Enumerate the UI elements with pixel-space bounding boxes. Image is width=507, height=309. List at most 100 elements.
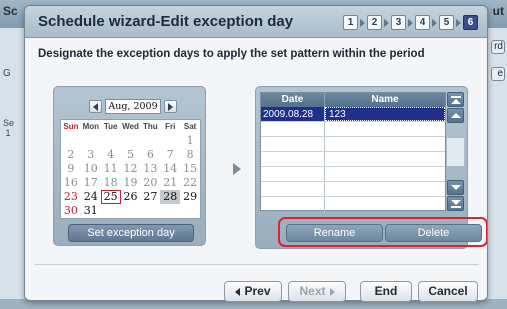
calendar-week-row: 2345678 (61, 148, 200, 162)
column-header-date: Date (261, 93, 325, 107)
calendar-empty-cell (160, 204, 180, 218)
calendar-day[interactable]: 25 (100, 190, 121, 204)
row-date: 2009.08.28 (261, 107, 325, 121)
step-arrow-icon (408, 18, 413, 27)
prev-month-button[interactable] (89, 100, 102, 113)
background-right-button-2: e (491, 67, 505, 81)
calendar-day[interactable]: 22 (180, 176, 200, 190)
calendar-day[interactable]: 9 (61, 162, 81, 176)
background-left-label: G (3, 68, 11, 79)
calendar-day[interactable]: 27 (140, 190, 160, 204)
wizard-steps: 1 2 3 4 5 6 (343, 15, 478, 30)
calendar-empty-cell (121, 134, 141, 148)
instruction-text: Designate the exception days to apply th… (38, 48, 425, 60)
calendar-empty-cell (180, 204, 200, 218)
calendar-day[interactable]: 21 (160, 176, 180, 190)
scroll-down-button[interactable] (447, 180, 464, 195)
calendar-day[interactable]: 15 (180, 162, 200, 176)
list-scrollbar[interactable] (447, 92, 464, 211)
calendar-day[interactable]: 26 (121, 190, 141, 204)
calendar-day[interactable]: 23 (61, 190, 81, 204)
step-arrow-icon (456, 18, 461, 27)
chevron-left-icon (93, 102, 98, 111)
scroll-top-button[interactable] (447, 92, 464, 107)
end-button[interactable]: End (360, 281, 412, 302)
calendar-week-row: 1 (61, 134, 200, 148)
schedule-wizard-dialog: Schedule wizard-Edit exception day 1 2 3… (24, 5, 488, 301)
scroll-bottom-button[interactable] (447, 196, 464, 211)
calendar-day[interactable]: 13 (140, 162, 160, 176)
step-6-active: 6 (463, 15, 478, 30)
next-button[interactable]: Next (288, 281, 346, 302)
weekday-sun: Sun (63, 122, 79, 131)
background-left-tab: Sc (3, 4, 18, 18)
calendar-day[interactable]: 10 (81, 162, 101, 176)
calendar-empty-cell (140, 134, 160, 148)
rename-button[interactable]: Rename (286, 224, 383, 242)
calendar-week-row: 23 24 25 26 27 28 29 (61, 190, 200, 204)
calendar-empty-cell (160, 134, 180, 148)
dialog-titlebar: Schedule wizard-Edit exception day 1 2 3… (25, 6, 487, 38)
calendar-day[interactable]: 24 (81, 190, 101, 204)
calendar-day[interactable]: 8 (180, 148, 200, 162)
calendar-day[interactable]: 3 (81, 148, 101, 162)
weekday-tue: Tue (103, 122, 118, 131)
step-1: 1 (343, 15, 358, 30)
calendar-day[interactable]: 18 (101, 176, 121, 190)
calendar-day[interactable]: 12 (121, 162, 141, 176)
calendar-empty-cell (101, 204, 121, 218)
weekday-thu: Thu (143, 122, 158, 131)
calendar-day[interactable]: 1 (180, 134, 200, 148)
row-name: 123 (325, 107, 445, 121)
weekday-wed: Wed (122, 122, 139, 131)
calendar-day[interactable]: 4 (101, 148, 121, 162)
table-row-empty (261, 197, 445, 212)
prev-button[interactable]: Prev (224, 281, 282, 302)
calendar-day[interactable]: 17 (81, 176, 101, 190)
cancel-button[interactable]: Cancel (418, 281, 478, 302)
calendar-day[interactable]: 19 (121, 176, 141, 190)
footer-divider (35, 264, 479, 265)
calendar-day[interactable]: 11 (101, 162, 121, 176)
calendar-day[interactable]: 5 (121, 148, 141, 162)
arrow-down-icon (450, 185, 461, 190)
calendar-panel: Aug, 2009 Sun Mon Tue Wed Thu Fri Sat 12… (53, 86, 206, 246)
step-2: 2 (367, 15, 382, 30)
arrow-up-icon (450, 113, 461, 118)
table-row-empty (261, 122, 445, 137)
calendar-day[interactable]: 2 (61, 148, 81, 162)
calendar-day[interactable]: 20 (140, 176, 160, 190)
weekday-mon: Mon (82, 122, 99, 131)
list-action-area: Rename Delete (278, 217, 487, 247)
calendar-day[interactable]: 29 (180, 190, 200, 204)
calendar-day[interactable]: 14 (160, 162, 180, 176)
table-header: Date Name (261, 93, 445, 107)
calendar-empty-cell (140, 204, 160, 218)
delete-button[interactable]: Delete (385, 224, 482, 242)
arrow-right-icon (233, 163, 241, 175)
calendar-day[interactable]: 16 (61, 176, 81, 190)
chevron-left-icon (235, 287, 241, 296)
next-month-button[interactable] (164, 100, 177, 113)
background-left-label-2: Se 1 (3, 118, 15, 138)
calendar-week-row: 16 17 18 19 20 21 22 (61, 176, 200, 190)
month-navigator: Aug, 2009 (89, 99, 177, 114)
chevron-right-icon (168, 102, 173, 111)
calendar-empty-cell (121, 204, 141, 218)
calendar-day[interactable]: 31 (81, 204, 101, 218)
calendar-day[interactable]: 7 (160, 148, 180, 162)
background-right-tab: ut (492, 4, 504, 18)
set-exception-day-button[interactable]: Set exception day (68, 224, 194, 242)
scroll-track[interactable] (447, 138, 464, 166)
step-3: 3 (391, 15, 406, 30)
step-arrow-icon (432, 18, 437, 27)
calendar-empty-cell (61, 134, 81, 148)
calendar-week-row: 30 31 (61, 204, 200, 218)
table-row-empty (261, 152, 445, 167)
table-row[interactable]: 2009.08.28 123 (261, 107, 445, 122)
calendar-grid: Sun Mon Tue Wed Thu Fri Sat 1 2 3 4 5 6 7 8 9 10 1… (60, 119, 201, 219)
calendar-day[interactable]: 28 (160, 190, 181, 204)
calendar-day[interactable]: 6 (140, 148, 160, 162)
calendar-day[interactable]: 30 (61, 204, 81, 218)
scroll-up-button[interactable] (447, 108, 464, 123)
